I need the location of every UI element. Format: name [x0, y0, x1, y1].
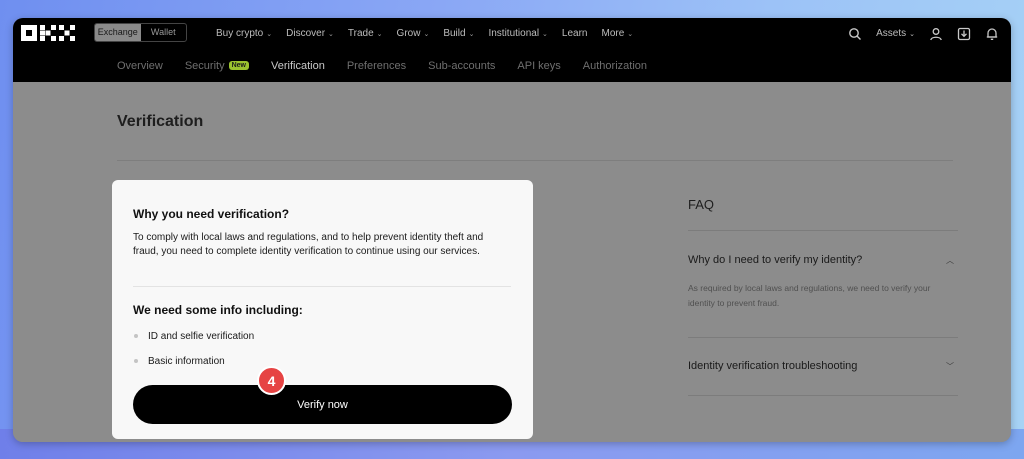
- chevron-down-icon: ⌄: [468, 30, 475, 38]
- faq-answer-1: As required by local laws and regulation…: [688, 283, 931, 308]
- list-item: Basic information: [134, 354, 254, 368]
- chevron-down-icon: ⌄: [909, 30, 915, 38]
- top-right-tools: Assets ⌄: [834, 18, 999, 49]
- user-icon[interactable]: [929, 27, 943, 41]
- search-icon[interactable]: [848, 27, 862, 41]
- bullet-icon: [134, 359, 138, 363]
- modal-description: To comply with local laws and regulation…: [133, 232, 484, 257]
- list-item-label: Basic information: [148, 355, 225, 367]
- tab-label: Authorization: [582, 59, 648, 72]
- nav-item-more[interactable]: More ⌄: [602, 28, 634, 39]
- divider: [688, 337, 958, 338]
- tab-preferences[interactable]: Preferences: [347, 60, 406, 72]
- bell-icon[interactable]: [985, 27, 999, 41]
- account-subnav: Overview Security New Verification Prefer…: [13, 49, 1011, 82]
- chevron-down-icon: ⌄: [266, 30, 273, 38]
- tab-label: Preferences: [346, 59, 407, 72]
- divider: [117, 160, 953, 161]
- chevron-up-icon[interactable]: ︿: [946, 255, 954, 266]
- assets-label: Assets: [876, 28, 907, 39]
- tab-verification[interactable]: Verification: [271, 60, 325, 72]
- nav-item-institutional[interactable]: Institutional ⌄: [488, 28, 547, 39]
- main-content: Verification Why you need verification? …: [13, 82, 1011, 442]
- verify-now-button[interactable]: Verify now: [133, 385, 512, 424]
- nav-label: Build: [443, 28, 466, 39]
- nav-label: Grow: [396, 28, 421, 39]
- page-title: Verification: [117, 113, 204, 130]
- modal-heading: Why you need verification?: [133, 207, 290, 221]
- chevron-down-icon[interactable]: ﹀: [946, 361, 954, 372]
- tab-label: Sub-accounts: [428, 59, 496, 72]
- nav-item-trade[interactable]: Trade ⌄: [348, 28, 383, 39]
- bullet-icon: [134, 334, 138, 338]
- divider: [688, 230, 958, 231]
- step-number-badge: 4: [257, 366, 286, 395]
- faq-question-1[interactable]: Why do I need to verify my identity? ︿: [688, 254, 958, 266]
- tab-authorization[interactable]: Authorization: [583, 60, 647, 72]
- tab-label: Security: [184, 59, 225, 72]
- nav-label: Learn: [561, 28, 588, 39]
- list-item-label: ID and selfie verification: [148, 330, 255, 342]
- divider: [688, 395, 958, 396]
- info-heading: We need some info including:: [133, 303, 303, 317]
- nav-item-grow[interactable]: Grow ⌄: [397, 28, 430, 39]
- assets-menu[interactable]: Assets ⌄: [876, 28, 915, 39]
- chevron-down-icon: ⌄: [376, 30, 383, 38]
- okx-logo[interactable]: [21, 25, 77, 41]
- faq-title: FAQ: [688, 197, 715, 212]
- nav-item-build[interactable]: Build ⌄: [443, 28, 474, 39]
- chevron-down-icon: ⌄: [627, 30, 634, 38]
- faq-question-2[interactable]: Identity verification troubleshooting ﹀: [688, 360, 958, 372]
- verification-info-modal: Why you need verification? To comply wit…: [112, 180, 533, 439]
- chevron-down-icon: ⌄: [423, 30, 430, 38]
- top-navigation-bar: Exchange Wallet Buy crypto ⌄ Discover ⌄ Tr…: [13, 18, 1011, 49]
- nav-label: More: [601, 28, 625, 39]
- nav-item-buy-crypto[interactable]: Buy crypto ⌄: [216, 28, 272, 39]
- tab-api-keys[interactable]: API keys: [517, 60, 560, 72]
- faq-section: FAQ Why do I need to verify my identity?…: [688, 197, 958, 396]
- faq-question-label: Why do I need to verify my identity?: [688, 254, 863, 266]
- nav-item-discover[interactable]: Discover ⌄: [286, 28, 334, 39]
- browser-window: Exchange Wallet Buy crypto ⌄ Discover ⌄ Tr…: [13, 18, 1011, 442]
- nav-item-learn[interactable]: Learn: [562, 28, 588, 39]
- tab-label: API keys: [517, 59, 561, 72]
- new-badge: New: [228, 61, 249, 70]
- tab-security[interactable]: Security New: [185, 60, 249, 72]
- wallet-toggle-option[interactable]: Wallet: [141, 24, 187, 41]
- list-item: ID and selfie verification: [134, 329, 254, 343]
- exchange-toggle-option[interactable]: Exchange: [95, 24, 141, 41]
- nav-label: Discover: [286, 28, 326, 39]
- faq-question-label: Identity verification troubleshooting: [688, 360, 858, 372]
- nav-label: Buy crypto: [216, 28, 264, 39]
- chevron-down-icon: ⌄: [328, 30, 334, 38]
- divider: [133, 286, 511, 287]
- tab-sub-accounts[interactable]: Sub-accounts: [428, 60, 495, 72]
- tab-label: Overview: [117, 59, 163, 72]
- main-nav: Buy crypto ⌄ Discover ⌄ Trade ⌄ Grow ⌄ Build…: [216, 18, 647, 49]
- download-icon[interactable]: [957, 27, 971, 41]
- chevron-down-icon: ⌄: [542, 30, 548, 38]
- info-list: ID and selfie verification Basic informa…: [134, 329, 254, 379]
- nav-label: Trade: [347, 28, 374, 39]
- tab-overview[interactable]: Overview: [117, 60, 163, 72]
- exchange-wallet-toggle: Exchange Wallet: [94, 23, 187, 42]
- nav-label: Institutional: [488, 28, 540, 39]
- tab-label: Verification: [271, 59, 325, 72]
